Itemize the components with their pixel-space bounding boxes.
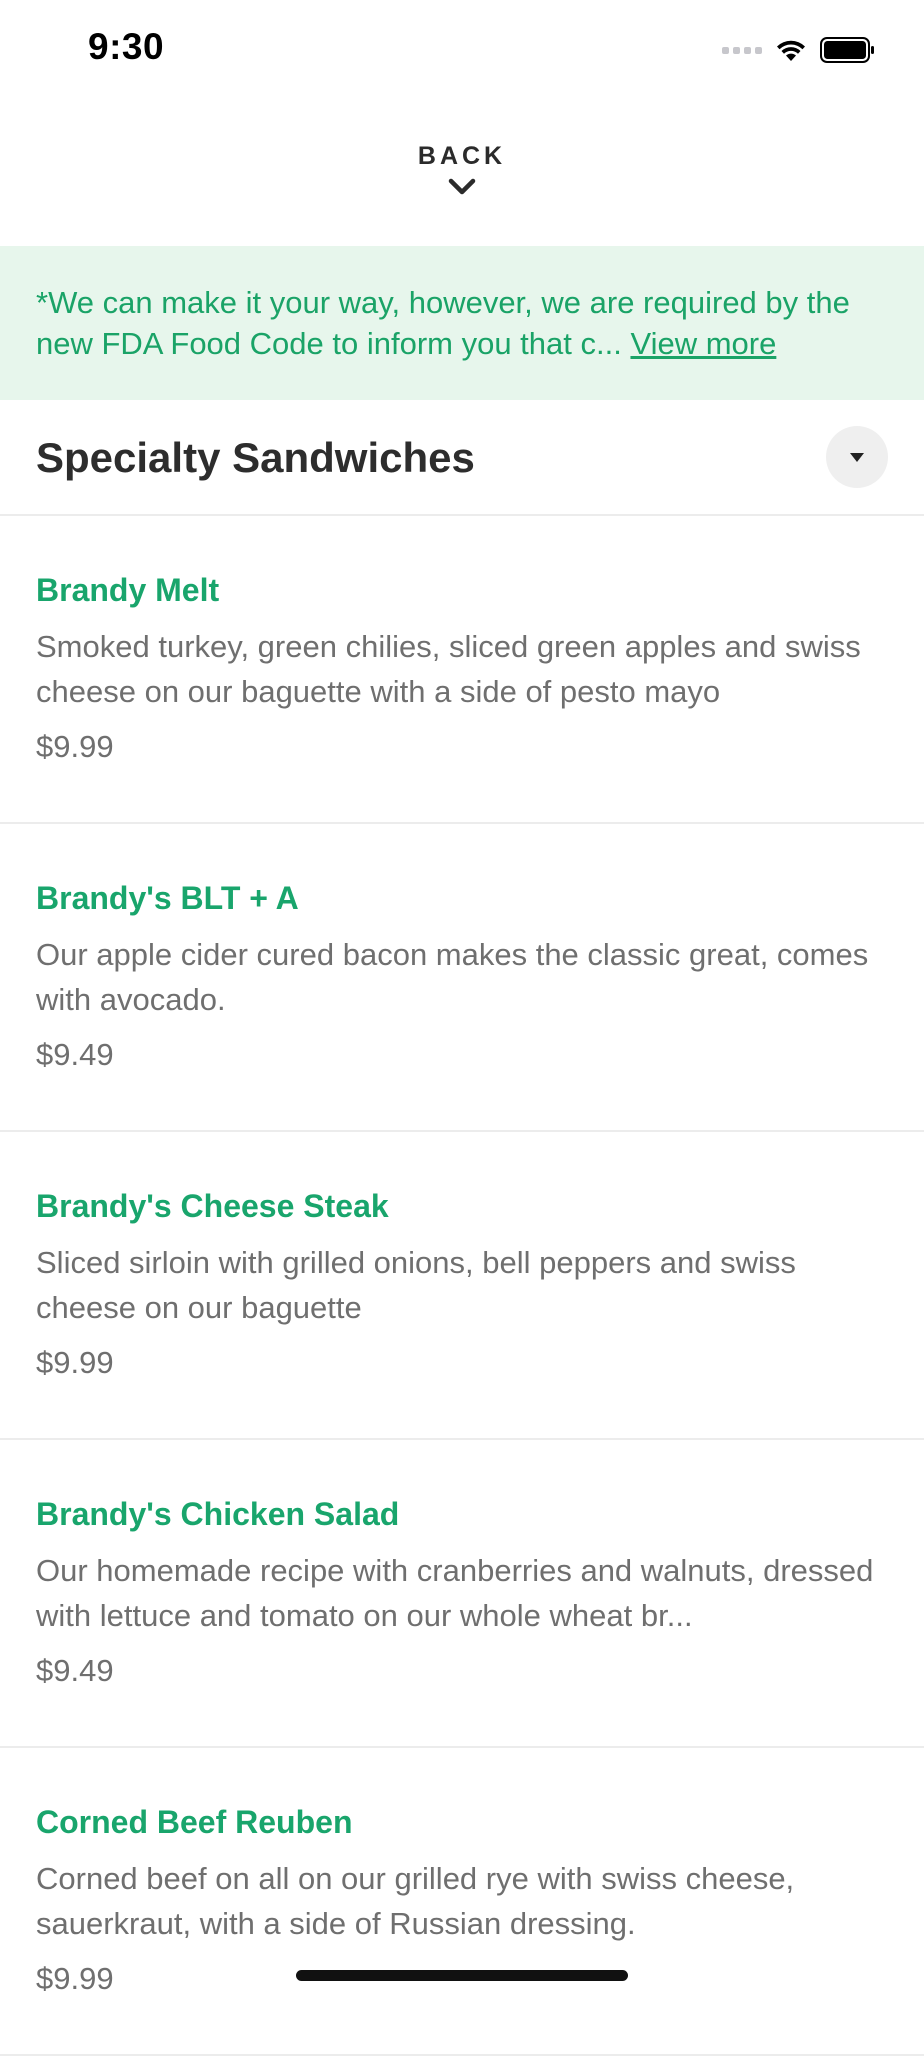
- menu-item-name: Brandy's Chicken Salad: [36, 1496, 400, 1532]
- menu-item-list: Brandy Melt Smoked turkey, green chilies…: [0, 516, 924, 2056]
- menu-item-description: Our homemade recipe with cranberries and…: [36, 1553, 874, 1633]
- menu-item-price: $9.49: [36, 1653, 114, 1688]
- battery-icon: [820, 37, 874, 63]
- fda-notice-banner: *We can make it your way, however, we ar…: [0, 246, 924, 400]
- status-icons: [722, 34, 876, 66]
- section-collapse-button[interactable]: [826, 426, 888, 488]
- menu-item[interactable]: Brandy's Cheese Steak Sliced sirloin wit…: [0, 1132, 924, 1440]
- view-more-link[interactable]: View more: [630, 326, 776, 361]
- menu-item-name: Brandy's BLT + A: [36, 880, 299, 916]
- menu-item-description: Sliced sirloin with grilled onions, bell…: [36, 1245, 796, 1325]
- menu-item-price: $9.99: [36, 1345, 114, 1380]
- menu-item-price: $9.49: [36, 1037, 114, 1072]
- menu-item-name: Corned Beef Reuben: [36, 1804, 353, 1840]
- cellular-signal-icon: [722, 46, 762, 54]
- status-time: 9:30: [88, 26, 165, 67]
- chevron-down-icon: [448, 178, 476, 195]
- section-header: Specialty Sandwiches: [0, 400, 924, 516]
- back-button[interactable]: BACK: [0, 130, 924, 220]
- menu-item[interactable]: Brandy's BLT + A Our apple cider cured b…: [0, 824, 924, 1132]
- menu-item-price: $9.99: [36, 729, 114, 764]
- caret-down-icon: [850, 452, 864, 462]
- back-label: BACK: [417, 142, 507, 170]
- menu-item-description: Our apple cider cured bacon makes the cl…: [36, 937, 869, 1017]
- section-title: Specialty Sandwiches: [36, 434, 475, 481]
- menu-item-name: Brandy Melt: [36, 572, 220, 608]
- menu-item-name: Brandy's Cheese Steak: [36, 1188, 389, 1224]
- menu-item-description: Smoked turkey, green chilies, sliced gre…: [36, 629, 861, 709]
- home-indicator: [296, 1970, 628, 1981]
- wifi-icon: [777, 40, 805, 61]
- menu-item[interactable]: Brandy Melt Smoked turkey, green chilies…: [0, 516, 924, 824]
- status-bar: 9:30: [0, 0, 924, 100]
- menu-item[interactable]: Corned Beef Reuben Corned beef on all on…: [0, 1748, 924, 2056]
- menu-item[interactable]: Brandy's Chicken Salad Our homemade reci…: [0, 1440, 924, 1748]
- notice-text: *We can make it your way, however, we ar…: [36, 282, 888, 364]
- menu-item-description: Corned beef on all on our grilled rye wi…: [36, 1861, 795, 1941]
